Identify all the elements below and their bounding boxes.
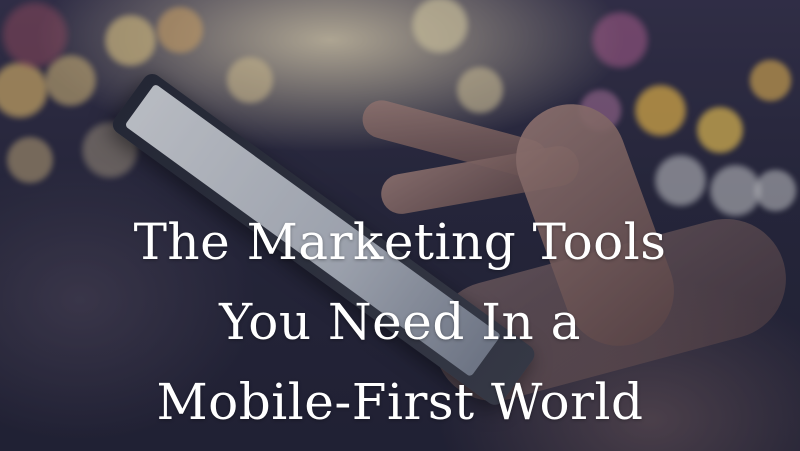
- headline-line-2: You Need In a: [219, 293, 581, 351]
- headline-line-3: Mobile-First World: [156, 373, 644, 431]
- headline: The Marketing Tools You Need In a Mobile…: [0, 202, 800, 442]
- hero-image: The Marketing Tools You Need In a Mobile…: [0, 0, 800, 451]
- headline-line-1: The Marketing Tools: [133, 213, 667, 271]
